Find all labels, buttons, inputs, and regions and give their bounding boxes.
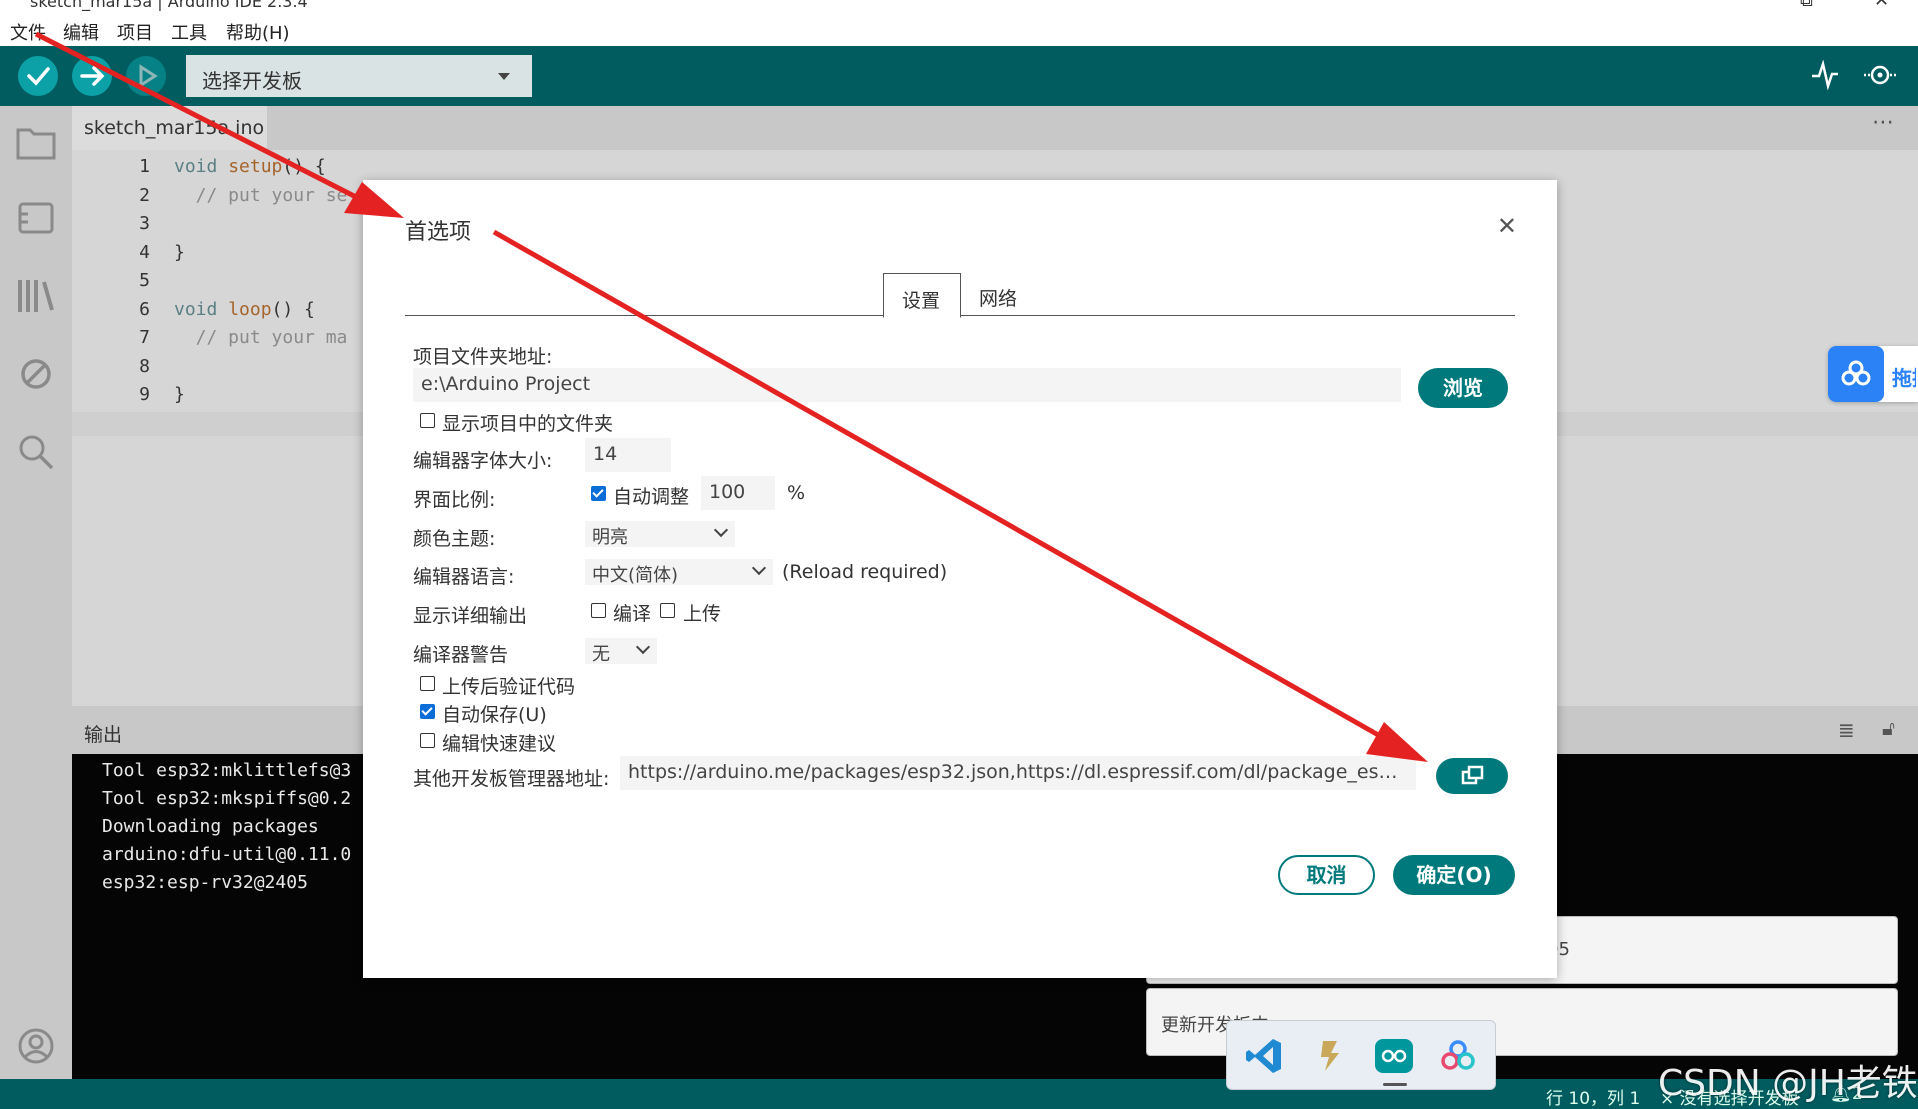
arrow-line — [492, 229, 1382, 739]
arrow-head — [344, 182, 404, 218]
arrow-head — [1366, 722, 1428, 762]
watermark: CSDN @JH老铁 — [1658, 1063, 1918, 1104]
annotation-arrows — [34, 31, 1428, 762]
arrow-line — [34, 31, 360, 201]
